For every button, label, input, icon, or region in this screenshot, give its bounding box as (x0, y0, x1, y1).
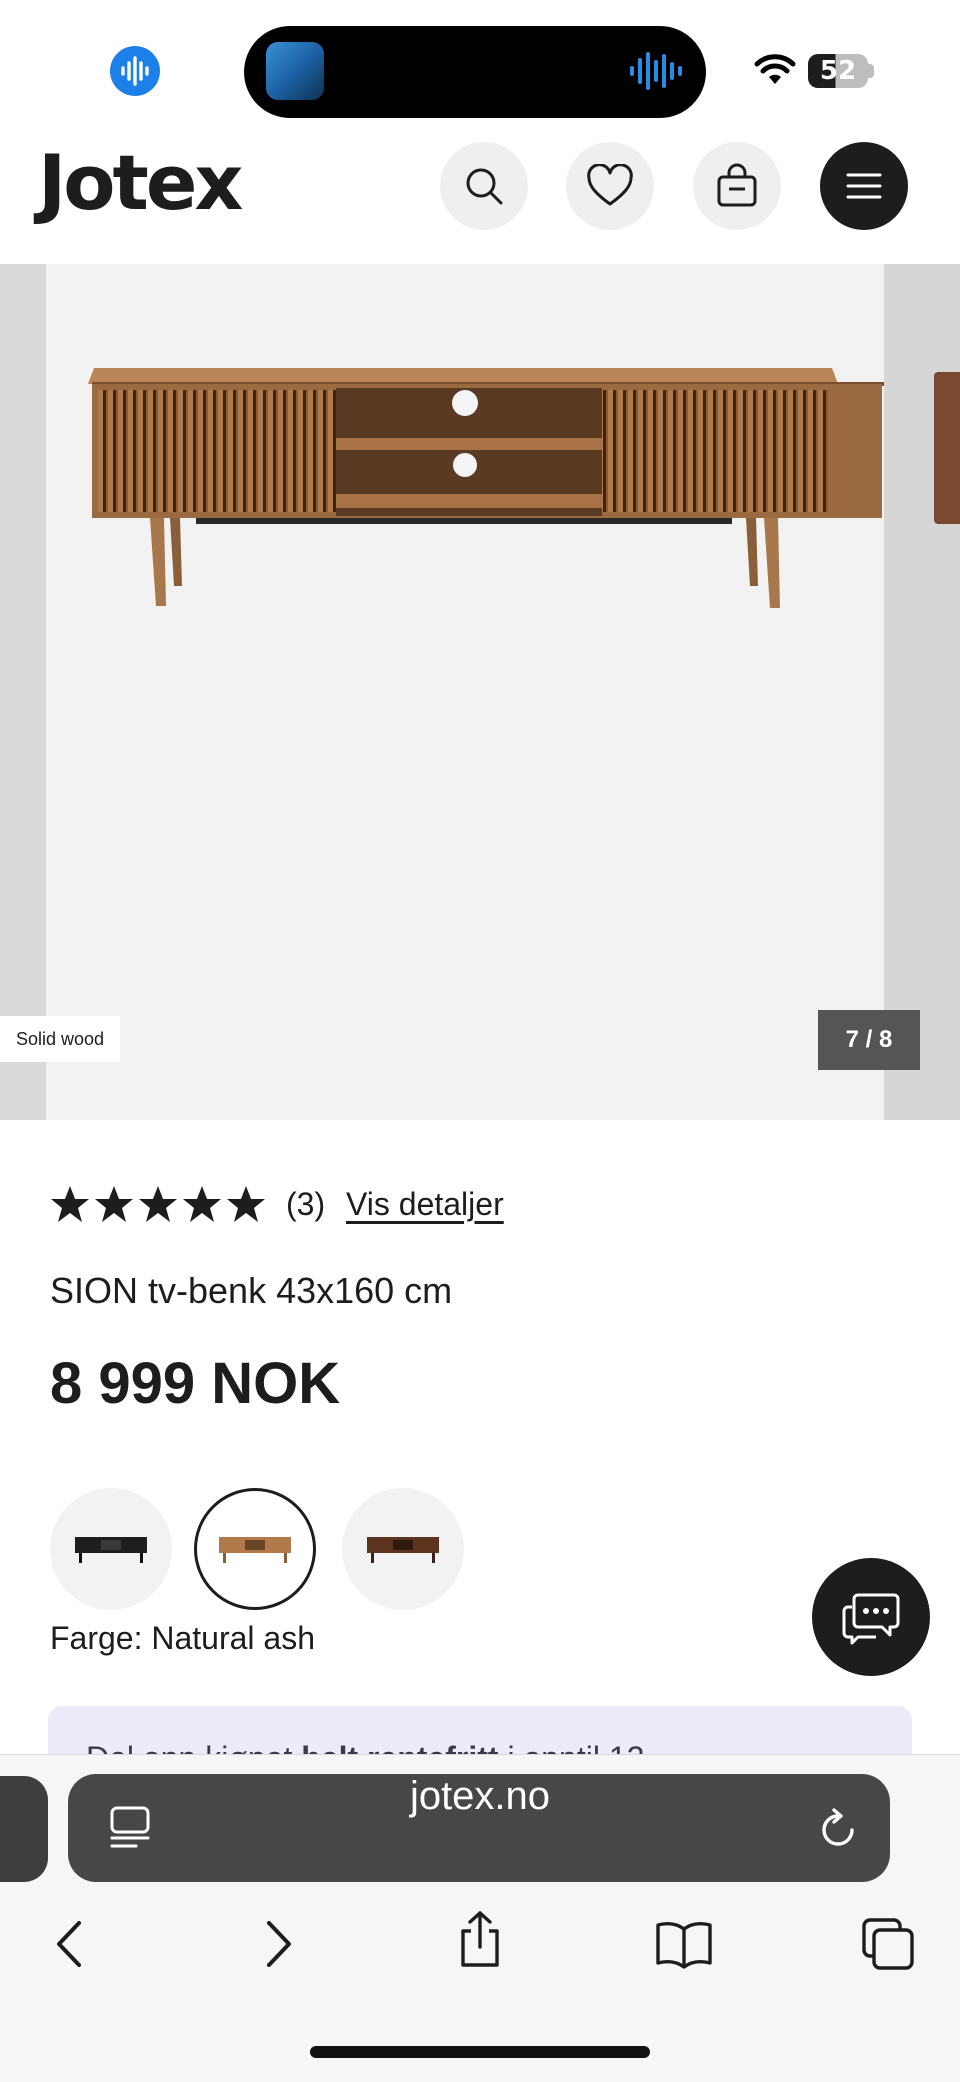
now-playing-artwork (266, 42, 324, 100)
tv-bench-illustration (88, 368, 884, 608)
image-counter: 7 / 8 (818, 1010, 920, 1070)
site-logo[interactable]: Jotex (38, 138, 243, 227)
forward-button[interactable] (248, 1914, 308, 1974)
chat-button[interactable] (812, 1558, 930, 1676)
rating-count: (3) (286, 1186, 326, 1222)
menu-button[interactable] (820, 142, 908, 230)
color-swatch-natural-ash[interactable] (194, 1488, 316, 1610)
open-book-icon (656, 1922, 712, 1969)
color-swatch-black[interactable] (50, 1488, 172, 1610)
star-icon (95, 1186, 133, 1222)
star-icon (139, 1186, 177, 1222)
reload-button[interactable] (814, 1806, 862, 1854)
rating-stars[interactable] (50, 1184, 266, 1230)
tabs-icon (862, 1918, 914, 1970)
heart-icon (587, 164, 633, 206)
bookmarks-button[interactable] (654, 1914, 714, 1974)
black-bench-thumbnail (75, 1537, 147, 1563)
next-product-image (934, 372, 960, 524)
star-icon (183, 1186, 221, 1222)
product-image[interactable] (46, 264, 884, 1120)
walnut-bench-thumbnail (367, 1537, 439, 1563)
color-swatch-walnut[interactable] (342, 1488, 464, 1610)
chat-bubbles-icon (842, 1593, 900, 1645)
product-price: 8 999 NOK (50, 1351, 341, 1416)
star-icon (51, 1186, 89, 1222)
cart-button[interactable] (693, 142, 781, 230)
wishlist-button[interactable] (566, 142, 654, 230)
chevron-left-icon (57, 1921, 81, 1967)
shopping-bag-icon (717, 163, 757, 207)
chevron-right-icon (267, 1921, 291, 1967)
battery-tip (868, 64, 874, 78)
search-icon (466, 168, 503, 205)
star-icon (227, 1186, 265, 1222)
back-button[interactable] (40, 1914, 100, 1974)
selected-color-label: Farge: Natural ash (50, 1620, 316, 1656)
reload-icon (822, 1808, 854, 1846)
tabs-button[interactable] (858, 1914, 918, 1974)
home-indicator[interactable] (310, 2046, 650, 2058)
wifi-icon (754, 52, 796, 86)
battery-indicator: 52 (808, 54, 868, 88)
natural-ash-bench-thumbnail (219, 1537, 291, 1563)
audio-recording-icon (110, 46, 160, 96)
share-icon (461, 1911, 499, 1967)
search-button[interactable] (440, 142, 528, 230)
hamburger-menu-icon (846, 173, 882, 199)
view-details-link[interactable]: Vis detaljer (346, 1186, 504, 1223)
material-badge: Solid wood (0, 1016, 121, 1062)
audio-wave-icon (628, 48, 684, 94)
product-title: SION tv-benk 43x160 cm (50, 1270, 453, 1311)
share-button[interactable] (450, 1910, 510, 1970)
